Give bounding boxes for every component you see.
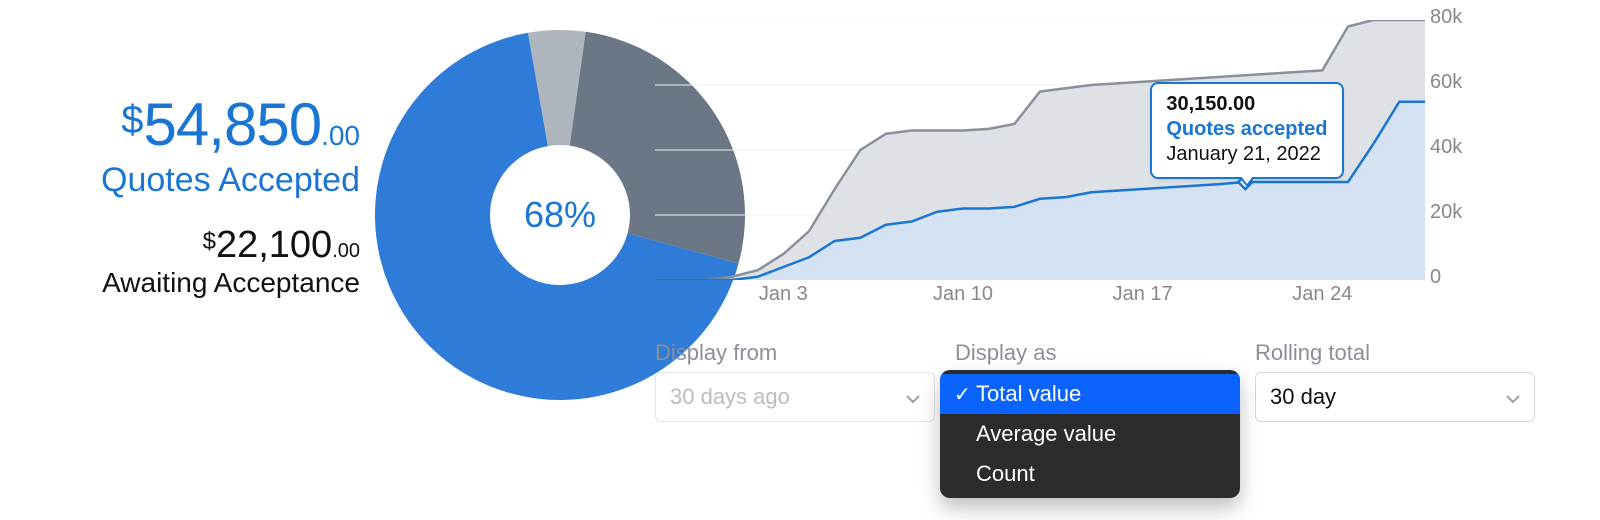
summary-panel: $54,850.00 Quotes Accepted $22,100.00 Aw… [20,90,360,299]
primary-amount: $54,850.00 [20,90,360,159]
display-as-menu[interactable]: ✓Total value Average value Count [940,370,1240,498]
x-axis: Jan 3 Jan 10 Jan 17 Jan 24 [655,283,1425,313]
primary-label: Quotes Accepted [20,161,360,200]
secondary-amount: $22,100.00 [20,224,360,267]
primary-amount-major: 54,850 [144,91,322,158]
rolling-total-select[interactable]: 30 day [1255,372,1535,422]
y-tick-label: 20k [1430,201,1462,224]
y-tick-label: 60k [1430,71,1462,94]
control-label: Display from [655,340,935,366]
chevron-down-icon [1504,388,1522,406]
display-as-option[interactable]: Average value [940,414,1240,454]
x-tick-label: Jan 24 [1292,283,1352,306]
y-tick-label: 40k [1430,136,1462,159]
y-tick-label: 80k [1430,6,1462,29]
option-label: Count [976,461,1224,487]
x-tick-label: Jan 17 [1113,283,1173,306]
primary-amount-currency: $ [121,98,143,142]
option-label: Average value [976,421,1224,447]
tooltip-date: January 21, 2022 [1166,142,1327,167]
chart-tooltip: 30,150.00 Quotes accepted January 21, 20… [1150,82,1343,179]
secondary-amount-major: 22,100 [216,224,332,266]
control-rolling-total: Rolling total 30 day [1255,340,1535,422]
x-tick-label: Jan 10 [933,283,993,306]
display-from-value: 30 days ago [670,384,790,410]
control-label: Rolling total [1255,340,1535,366]
display-as-option[interactable]: ✓Total value [940,374,1240,414]
chevron-down-icon [904,388,922,406]
primary-amount-cents: .00 [321,120,360,151]
secondary-amount-currency: $ [203,228,216,255]
tooltip-series: Quotes accepted [1166,117,1327,142]
control-label: Display as [955,340,1235,366]
y-axis: 80k60k40k20k0 [1430,18,1490,282]
y-tick-label: 0 [1430,266,1441,289]
tooltip-value: 30,150.00 [1166,92,1327,117]
display-as-option[interactable]: Count [940,454,1240,494]
dashboard-widget: $54,850.00 Quotes Accepted $22,100.00 Aw… [0,0,1600,520]
check-icon: ✓ [954,382,976,407]
x-tick-label: Jan 3 [759,283,808,306]
secondary-amount-cents: .00 [332,240,360,262]
control-display-from: Display from 30 days ago [655,340,935,422]
rolling-total-value: 30 day [1270,384,1336,410]
secondary-label: Awaiting Acceptance [20,267,360,299]
display-from-select[interactable]: 30 days ago [655,372,935,422]
option-label: Total value [976,381,1224,407]
